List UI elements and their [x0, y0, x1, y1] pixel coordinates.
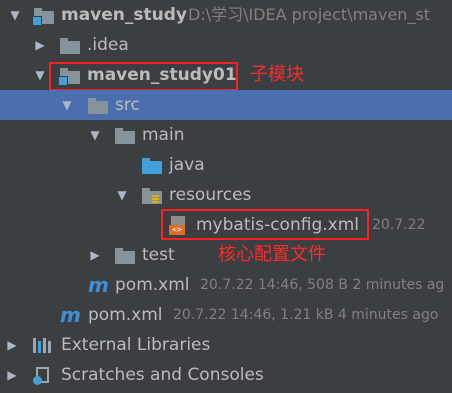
module-highlight-box: [49, 62, 238, 91]
root-path: D:\学习\IDEA project\maven_st: [188, 5, 431, 24]
tree-row-external-libraries[interactable]: ▶ External Libraries: [0, 330, 452, 360]
module-annotation: 子模块: [250, 64, 304, 85]
external-libraries-label: External Libraries: [61, 335, 211, 355]
tree-row-root-pom[interactable]: m pom.xml 20.7.22 14:46, 1.21 kB 4 minut…: [0, 300, 452, 330]
maven-icon: m: [88, 273, 109, 297]
expand-arrow-icon[interactable]: ▼: [33, 60, 47, 90]
tree-row-src[interactable]: ▼ src: [0, 90, 452, 120]
scratches-icon: [33, 367, 53, 385]
module-pom-meta: 20.7.22 14:46, 508 B 2 minutes ag: [200, 277, 445, 293]
config-highlight-box: [161, 209, 369, 240]
expand-arrow-icon[interactable]: ▼: [88, 120, 102, 150]
tree-row-main[interactable]: ▼ main: [0, 120, 452, 150]
config-annotation: 核心配置文件: [218, 244, 326, 265]
config-file-meta: 20.7.22: [372, 217, 426, 233]
collapse-arrow-icon[interactable]: ▶: [88, 240, 102, 270]
tree-row-test[interactable]: ▶ test 核心配置文件: [0, 240, 452, 270]
tree-row-java[interactable]: java: [0, 150, 452, 180]
resources-folder-label: resources: [169, 185, 252, 205]
maven-icon: m: [60, 303, 81, 327]
folder-icon: [88, 98, 108, 114]
libraries-icon: [33, 338, 53, 353]
idea-folder-label: .idea: [87, 35, 129, 55]
resources-folder-icon: [142, 188, 162, 204]
src-folder-label: src: [115, 95, 140, 115]
main-folder-label: main: [142, 125, 185, 145]
root-pom-label: pom.xml: [88, 305, 163, 325]
expand-arrow-icon[interactable]: ▼: [8, 0, 22, 30]
source-folder-icon: [142, 158, 162, 174]
tree-row-scratches[interactable]: ▶ Scratches and Consoles: [0, 360, 452, 390]
tree-row-module-pom[interactable]: m pom.xml 20.7.22 14:46, 508 B 2 minutes…: [0, 270, 452, 300]
scratches-label: Scratches and Consoles: [61, 365, 264, 385]
test-folder-label: test: [142, 245, 175, 265]
module-pom-label: pom.xml: [115, 275, 190, 295]
root-module-label: maven_study: [61, 5, 187, 25]
folder-icon: [60, 38, 80, 54]
tree-row-idea[interactable]: ▶ .idea: [0, 30, 452, 60]
root-pom-meta: 20.7.22 14:46, 1.21 kB 4 minutes ago: [173, 307, 439, 323]
collapse-arrow-icon[interactable]: ▶: [33, 30, 47, 60]
tree-row-root[interactable]: ▼ maven_study D:\学习\IDEA project\maven_s…: [0, 0, 452, 30]
folder-icon: [115, 128, 135, 144]
expand-arrow-icon[interactable]: ▼: [60, 90, 74, 120]
collapse-arrow-icon[interactable]: ▶: [5, 360, 19, 390]
tree-row-resources[interactable]: ▼ resources: [0, 180, 452, 210]
collapse-arrow-icon[interactable]: ▶: [5, 330, 19, 360]
folder-icon: [115, 248, 135, 264]
expand-arrow-icon[interactable]: ▼: [115, 180, 129, 210]
java-folder-label: java: [169, 155, 205, 175]
module-folder-icon: [32, 8, 54, 26]
